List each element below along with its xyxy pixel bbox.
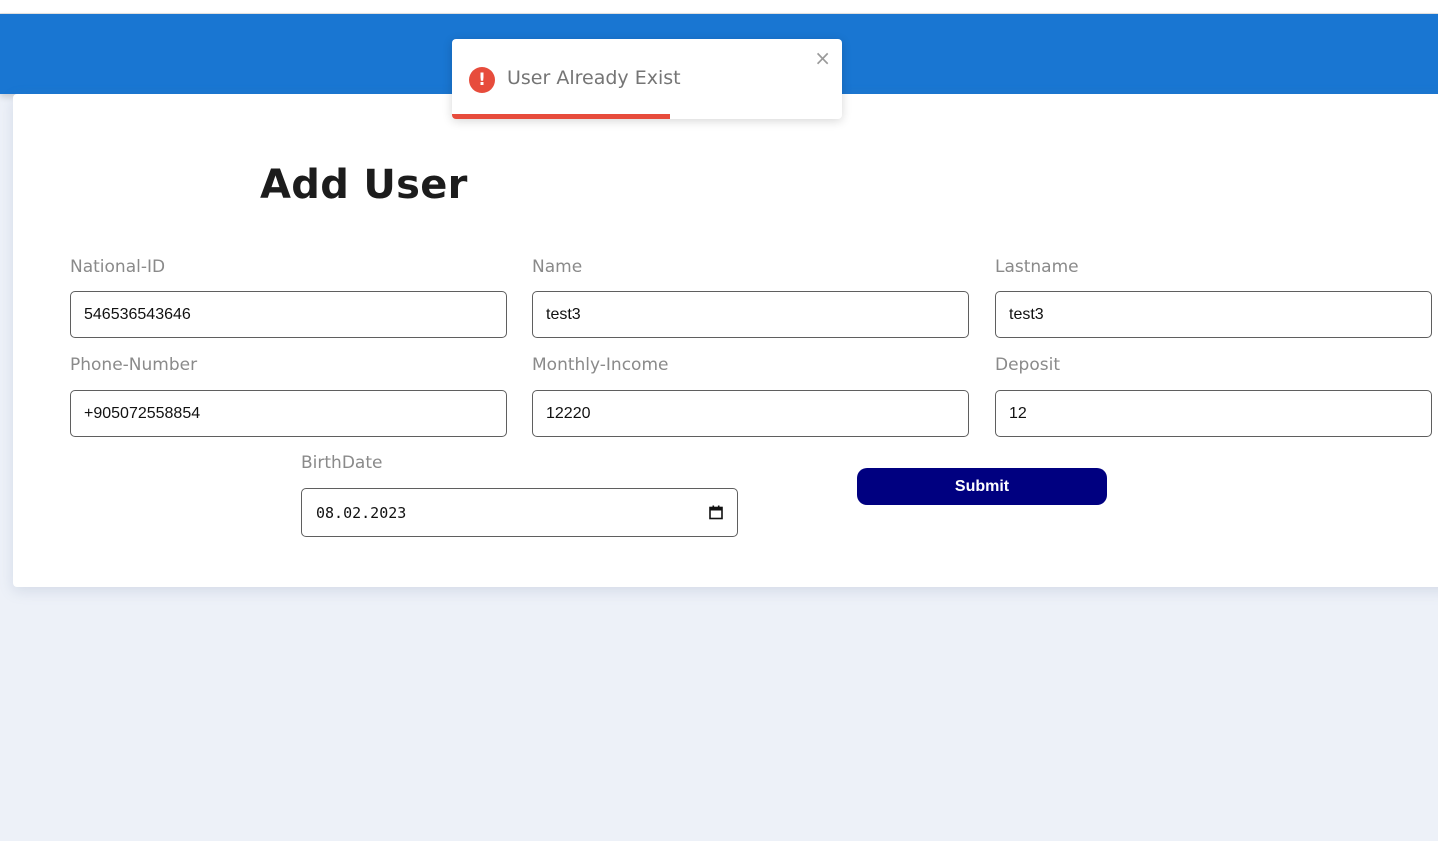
name-label: Name	[532, 257, 583, 277]
lastname-label: Lastname	[995, 257, 1079, 277]
phone-number-label: Phone-Number	[70, 355, 198, 375]
national-id-label: National-ID	[70, 257, 166, 277]
close-icon[interactable]: ×	[814, 48, 831, 68]
birthdate-value: 08.02.2023	[316, 503, 407, 522]
birthdate-label: BirthDate	[301, 453, 383, 473]
deposit-input[interactable]: 12	[995, 390, 1432, 437]
page-title: Add User	[260, 162, 468, 208]
toast-progress-bar	[452, 114, 671, 119]
monthly-income-input[interactable]: 12220	[532, 390, 969, 437]
toast-message: User Already Exist	[507, 67, 681, 89]
monthly-income-label: Monthly-Income	[532, 355, 669, 375]
submit-button[interactable]: Submit	[857, 468, 1107, 505]
national-id-input[interactable]: 546536543646	[70, 291, 507, 338]
deposit-label: Deposit	[995, 355, 1060, 375]
lastname-input[interactable]: test3	[995, 291, 1432, 338]
name-input[interactable]: test3	[532, 291, 969, 338]
error-toast: ! User Already Exist ×	[452, 39, 842, 119]
phone-number-input[interactable]: +905072558854	[70, 390, 507, 437]
toast-progress-track	[452, 114, 842, 119]
browser-top-strip	[0, 0, 1438, 14]
calendar-icon[interactable]	[709, 505, 723, 520]
error-icon: !	[469, 67, 495, 93]
birthdate-input[interactable]: 08.02.2023	[301, 488, 738, 537]
